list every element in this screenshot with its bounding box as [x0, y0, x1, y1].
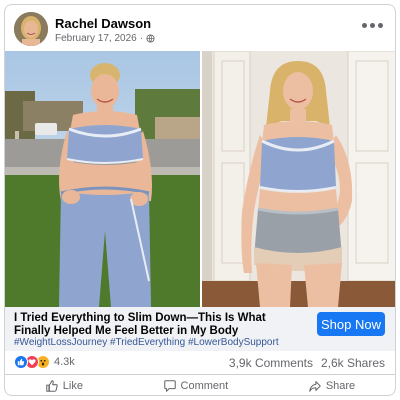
reactions-summary[interactable]: 4.3k — [14, 355, 75, 369]
comment-icon — [163, 380, 176, 392]
like-reaction-icon — [14, 355, 28, 369]
post-images[interactable] — [5, 51, 395, 307]
social-post-card: Rachel Dawson February 17, 2026 · I Trie… — [4, 4, 396, 396]
post-header: Rachel Dawson February 17, 2026 · — [5, 5, 395, 51]
reaction-count: 4.3k — [54, 356, 75, 368]
shares-count[interactable]: 2,6k Shares — [321, 356, 385, 370]
post-meta: February 17, 2026 · — [55, 33, 155, 44]
post-actions: Like Comment Share — [5, 375, 395, 395]
avatar[interactable] — [14, 12, 48, 46]
comments-count[interactable]: 3,9k Comments — [229, 356, 313, 370]
author-name[interactable]: Rachel Dawson — [55, 16, 151, 31]
like-label: Like — [62, 380, 83, 392]
thumbs-up-icon — [46, 380, 58, 392]
after-photo[interactable] — [200, 51, 395, 307]
post-date[interactable]: February 17, 2026 — [55, 33, 137, 44]
ad-info-bar: I Tried Everything to Slim Down—This Is … — [5, 307, 395, 351]
ad-headline[interactable]: I Tried Everything to Slim Down—This Is … — [14, 312, 304, 338]
engagement-stats: 4.3k 3,9k Comments 2,6k Shares — [5, 351, 395, 375]
globe-icon — [146, 34, 155, 43]
share-button[interactable]: Share — [308, 379, 355, 393]
comment-share-counts: 3,9k Comments 2,6k Shares — [229, 356, 385, 370]
share-label: Share — [325, 380, 356, 392]
like-button[interactable]: Like — [45, 379, 83, 393]
before-photo[interactable] — [5, 51, 200, 307]
share-icon — [309, 381, 321, 392]
shop-now-button[interactable]: Shop Now — [317, 312, 385, 336]
comment-button[interactable]: Comment — [163, 379, 229, 393]
more-options-icon[interactable] — [362, 23, 383, 28]
dot-separator: · — [139, 33, 144, 44]
comment-label: Comment — [180, 380, 229, 392]
hashtags[interactable]: #WeightLossJourney #TriedEverything #Low… — [14, 337, 279, 348]
